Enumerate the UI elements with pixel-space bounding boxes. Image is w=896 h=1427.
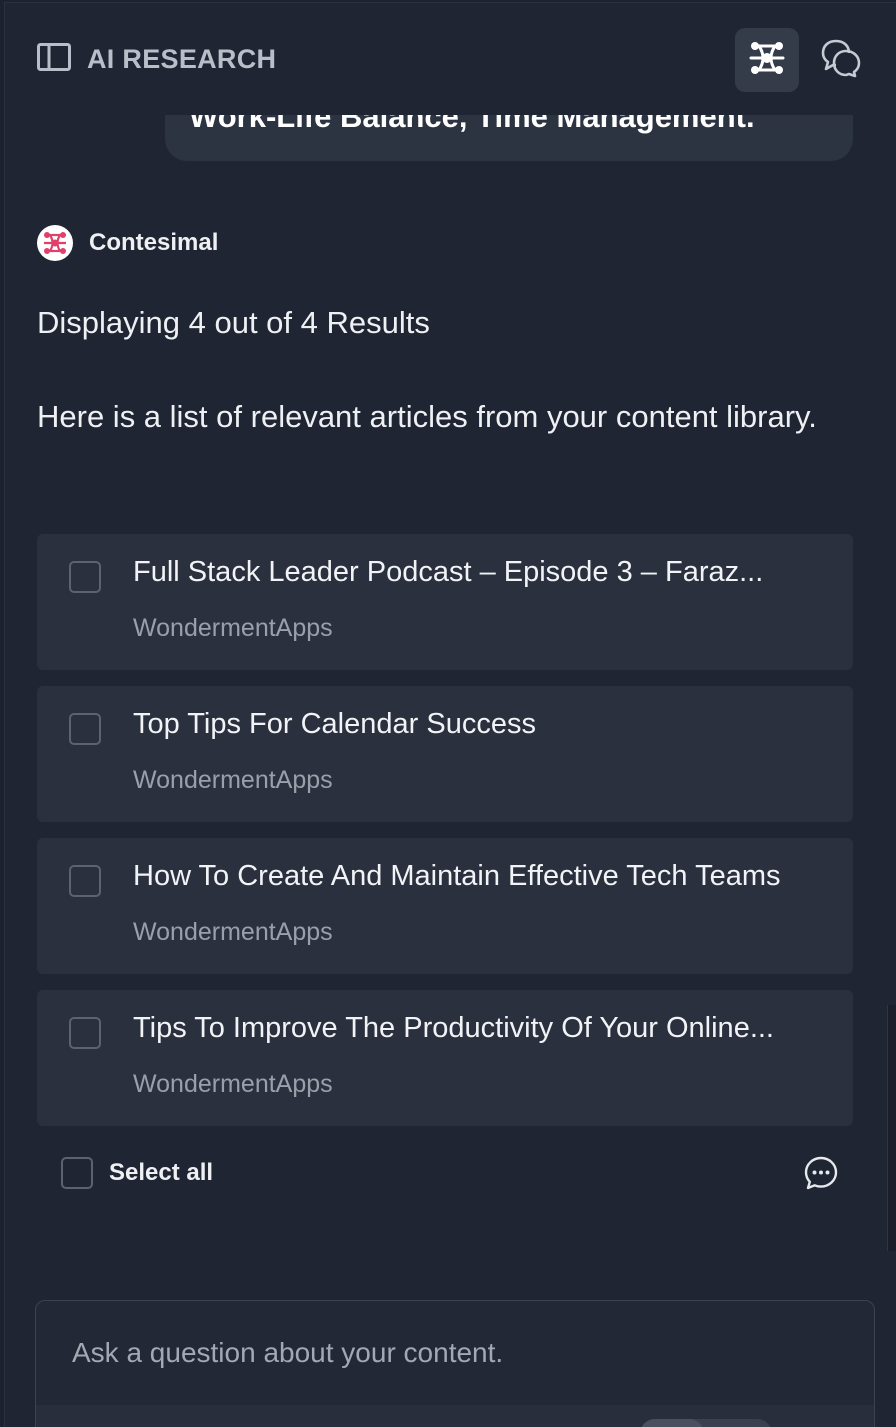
research-mode-button[interactable] [735,28,799,92]
ai-research-panel: Work-Life Balance, Time Management. AI R… [4,2,896,1427]
result-title: Top Tips For Calendar Success [133,708,536,740]
assistant-header: Contesimal [37,225,218,261]
chat-history-button[interactable] [809,28,873,92]
scrollbar-thumb[interactable] [887,1005,896,1251]
select-all-row[interactable]: Select all [61,1157,213,1189]
select-all-checkbox[interactable] [61,1157,93,1189]
result-title: How To Create And Maintain Effective Tec… [133,860,781,892]
results-count: Displaying 4 out of 4 Results [37,305,430,340]
result-checkbox[interactable] [69,1017,101,1049]
sidebar-panel-icon[interactable] [37,43,71,76]
comment-dots-icon[interactable] [803,1155,839,1191]
composer-footer [36,1405,874,1427]
chat-bubbles-icon [820,38,862,83]
panel-header: AI RESEARCH [5,3,896,115]
composer-toggle[interactable] [640,1419,772,1427]
result-card[interactable]: How To Create And Maintain Effective Tec… [37,838,853,974]
results-intro: Here is a list of relevant articles from… [37,399,817,434]
result-card[interactable]: Top Tips For Calendar Success Wonderment… [37,686,853,822]
nodes-icon [747,38,787,83]
result-checkbox[interactable] [69,865,101,897]
result-source: WondermentApps [133,766,333,794]
result-source: WondermentApps [133,918,333,946]
select-all-label: Select all [109,1159,214,1186]
result-checkbox[interactable] [69,713,101,745]
result-card[interactable]: Tips To Improve The Productivity Of Your… [37,990,853,1126]
result-source: WondermentApps [133,614,333,642]
result-checkbox[interactable] [69,561,101,593]
assistant-name: Contesimal [89,229,219,256]
panel-title: AI RESEARCH [87,44,277,74]
question-input[interactable] [72,1333,832,1373]
contesimal-logo [37,225,73,261]
result-title: Full Stack Leader Podcast – Episode 3 – … [133,556,764,588]
composer [35,1300,875,1427]
header-left: AI RESEARCH [37,43,276,76]
result-card[interactable]: Full Stack Leader Podcast – Episode 3 – … [37,534,853,670]
result-source: WondermentApps [133,1070,333,1098]
result-title: Tips To Improve The Productivity Of Your… [133,1012,774,1044]
